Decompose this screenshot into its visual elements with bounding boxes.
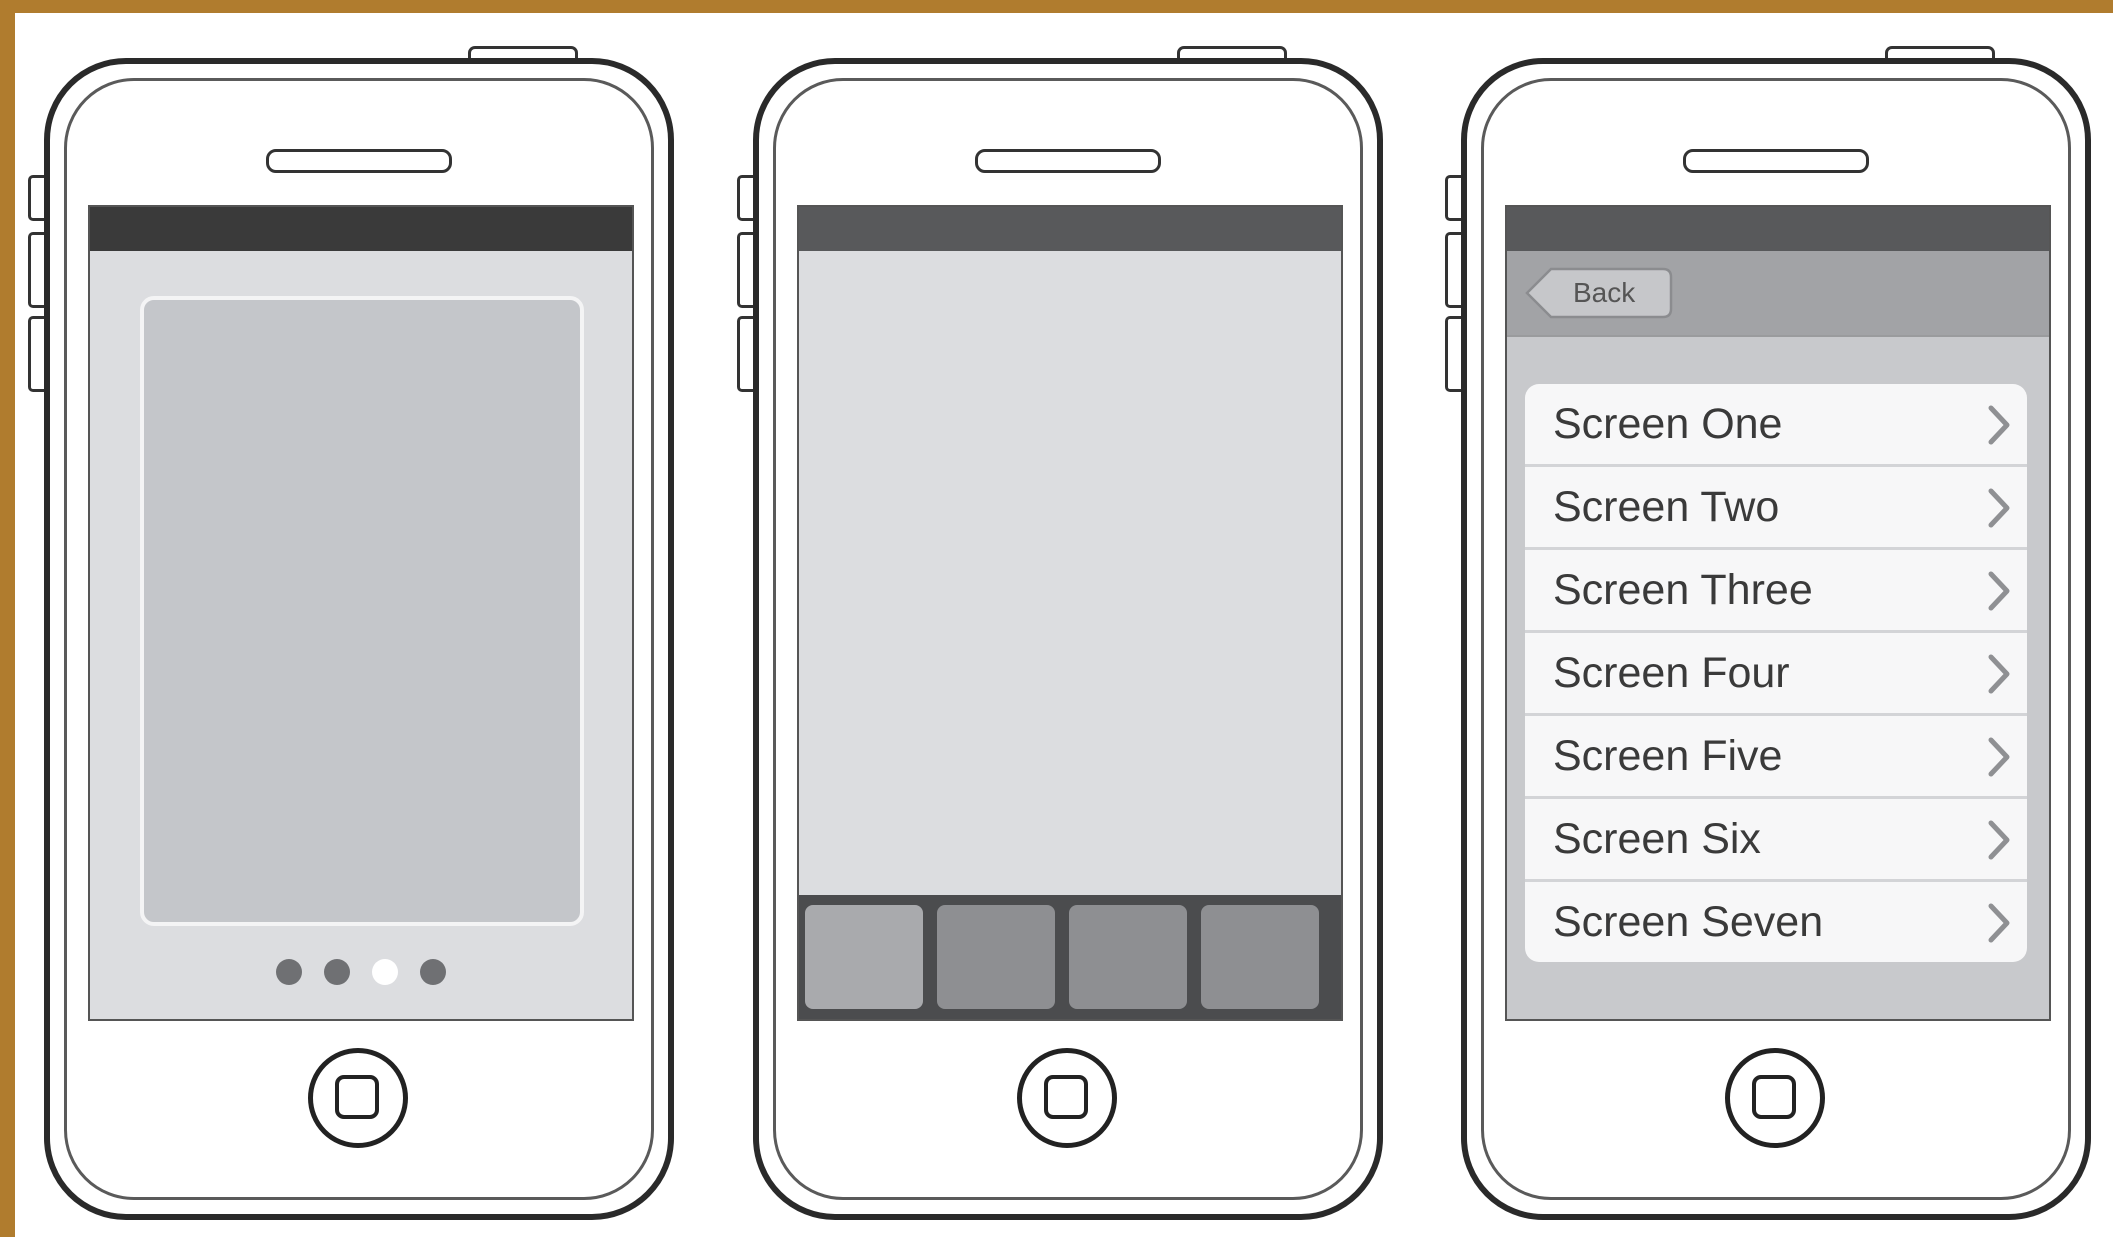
phone-paged-screen	[28, 40, 674, 1220]
status-bar	[90, 207, 632, 251]
list-item-label: Screen Two	[1553, 483, 1780, 531]
tab-item-3[interactable]	[1069, 905, 1187, 1009]
tab-item-1[interactable]	[805, 905, 923, 1009]
earpiece-speaker	[1683, 149, 1869, 173]
list-item[interactable]: Screen Four	[1525, 633, 2027, 716]
page-dot[interactable]	[276, 959, 302, 985]
home-square-icon	[1044, 1075, 1088, 1119]
tab-item-2[interactable]	[937, 905, 1055, 1009]
list-item[interactable]: Screen Three	[1525, 550, 2027, 633]
phone-screen	[797, 205, 1343, 1021]
status-bar	[1507, 207, 2049, 251]
home-button[interactable]	[308, 1048, 408, 1148]
back-button-label: Back	[1573, 277, 1636, 308]
back-button[interactable]: Back	[1525, 265, 1673, 321]
volume-down-button	[737, 316, 754, 392]
phone-list-screen: Back Screen One Screen Two Screen Three …	[1445, 40, 2091, 1220]
list-item[interactable]: Screen Five	[1525, 716, 2027, 799]
mute-switch	[1445, 175, 1462, 221]
screen-list: Screen One Screen Two Screen Three Scree…	[1525, 384, 2027, 962]
page-content-card[interactable]	[140, 296, 584, 926]
phone-screen: Back Screen One Screen Two Screen Three …	[1505, 205, 2051, 1021]
chevron-right-icon	[1988, 405, 2010, 445]
home-button[interactable]	[1017, 1048, 1117, 1148]
page-dot-active[interactable]	[372, 959, 398, 985]
chevron-right-icon	[1988, 737, 2010, 777]
chevron-right-icon	[1988, 903, 2010, 943]
list-item-label: Screen Three	[1553, 566, 1813, 614]
list-item-label: Screen One	[1553, 400, 1783, 448]
tab-item-4[interactable]	[1201, 905, 1319, 1009]
chevron-right-icon	[1988, 488, 2010, 528]
phone-screen	[88, 205, 634, 1021]
page-indicator[interactable]	[90, 959, 632, 985]
page-dot[interactable]	[420, 959, 446, 985]
navigation-bar: Back	[1507, 251, 2049, 337]
earpiece-speaker	[975, 149, 1161, 173]
list-item[interactable]: Screen One	[1525, 384, 2027, 467]
home-square-icon	[1752, 1075, 1796, 1119]
list-item-label: Screen Four	[1553, 649, 1790, 697]
home-square-icon	[335, 1075, 379, 1119]
list-item-label: Screen Seven	[1553, 898, 1824, 946]
home-button[interactable]	[1725, 1048, 1825, 1148]
list-item-label: Screen Six	[1553, 815, 1761, 863]
volume-up-button	[737, 232, 754, 308]
chevron-right-icon	[1988, 820, 2010, 860]
volume-down-button	[28, 316, 45, 392]
volume-up-button	[1445, 232, 1462, 308]
status-bar	[799, 207, 1341, 251]
volume-up-button	[28, 232, 45, 308]
page-dot[interactable]	[324, 959, 350, 985]
list-item-label: Screen Five	[1553, 732, 1783, 780]
volume-down-button	[1445, 316, 1462, 392]
list-item[interactable]: Screen Six	[1525, 799, 2027, 882]
chevron-right-icon	[1988, 654, 2010, 694]
earpiece-speaker	[266, 149, 452, 173]
mute-switch	[737, 175, 754, 221]
list-item[interactable]: Screen Two	[1525, 467, 2027, 550]
list-item[interactable]: Screen Seven	[1525, 882, 2027, 962]
tab-bar	[799, 895, 1341, 1019]
mute-switch	[28, 175, 45, 221]
chevron-right-icon	[1988, 571, 2010, 611]
phone-tab-bar-screen	[737, 40, 1383, 1220]
